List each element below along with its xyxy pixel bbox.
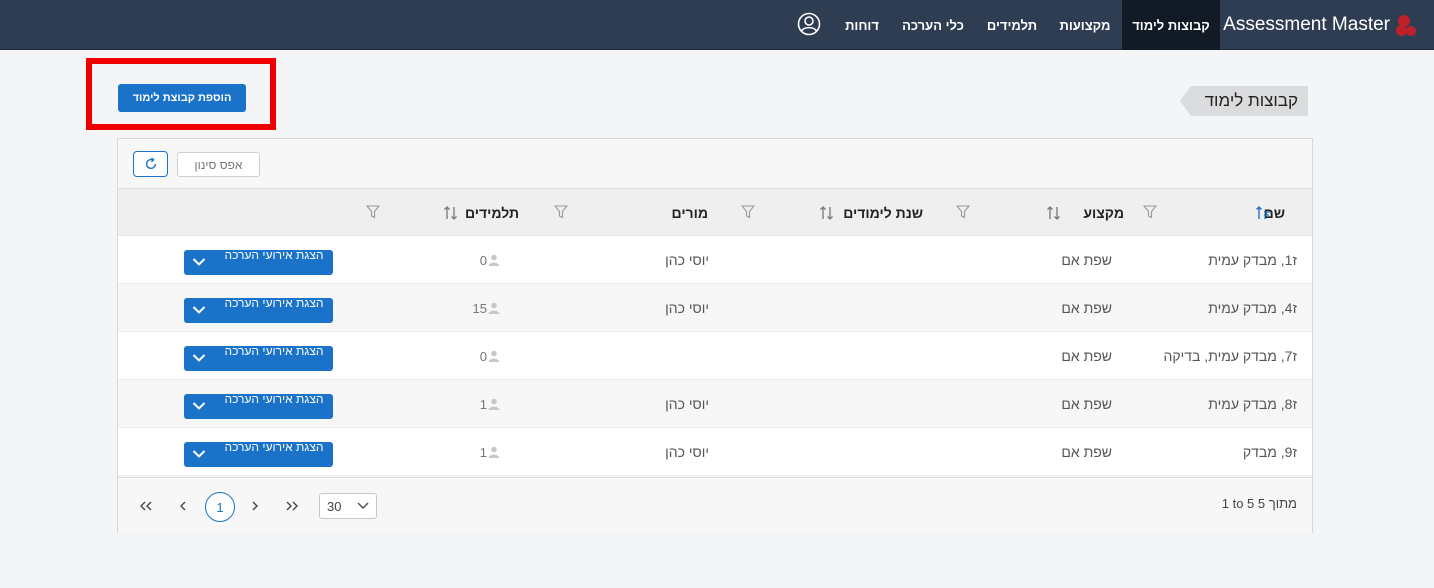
last-page-button[interactable] bbox=[282, 493, 302, 519]
show-assessment-events-dropdown[interactable]: הצגת אירועי הערכה bbox=[184, 393, 333, 419]
column-header-year[interactable]: שנת לימודים bbox=[843, 189, 923, 236]
cell-teachers: יוסי כהן bbox=[665, 396, 709, 412]
cell-students: 1 bbox=[480, 428, 500, 476]
nav-reports[interactable]: דוחות bbox=[838, 0, 886, 50]
chevron-left-icon bbox=[180, 501, 186, 511]
groups-grid: אפס סינון שם מקצוע שנת לימודים מורים תלמ… bbox=[117, 138, 1313, 533]
person-icon bbox=[488, 398, 500, 410]
person-icon bbox=[488, 254, 500, 266]
sort-ascending-icon[interactable] bbox=[1256, 206, 1272, 220]
table-row[interactable]: ז4, מבדק עמית שפת אם יוסי כהן 15 הצגת אי… bbox=[118, 284, 1312, 332]
chevron-down-icon bbox=[192, 258, 206, 266]
cell-students: 0 bbox=[480, 236, 500, 284]
next-page-button[interactable] bbox=[245, 493, 265, 519]
show-assessment-events-dropdown[interactable]: הצגת אירועי הערכה bbox=[184, 249, 333, 275]
chevron-down-icon bbox=[192, 354, 206, 362]
filter-icon[interactable] bbox=[1143, 205, 1157, 219]
table-row[interactable]: ז8, מבדק עמית שפת אם יוסי כהן 1 הצגת איר… bbox=[118, 380, 1312, 428]
user-account-icon[interactable] bbox=[797, 12, 821, 36]
cell-teachers: יוסי כהן bbox=[665, 444, 709, 460]
show-assessment-events-dropdown[interactable]: הצגת אירועי הערכה bbox=[184, 297, 333, 323]
cell-name: ז1, מבדק עמית bbox=[1208, 252, 1297, 268]
show-assessment-events-dropdown[interactable]: הצגת אירועי הערכה bbox=[184, 441, 333, 467]
sort-icon[interactable] bbox=[1046, 206, 1062, 220]
chevron-down-icon bbox=[357, 502, 369, 510]
chevron-down-icon bbox=[192, 402, 206, 410]
filter-icon[interactable] bbox=[956, 205, 970, 219]
page-size-select[interactable]: 30 bbox=[319, 493, 377, 519]
sort-icon[interactable] bbox=[819, 206, 835, 220]
cell-name: ז9, מבדק bbox=[1242, 444, 1297, 460]
show-assessment-events-dropdown[interactable]: הצגת אירועי הערכה bbox=[184, 345, 333, 371]
chevron-right-icon bbox=[252, 501, 258, 511]
double-chevron-left-icon bbox=[140, 501, 152, 511]
cell-subject: שפת אם bbox=[1061, 396, 1112, 412]
chevron-down-icon bbox=[192, 306, 206, 314]
top-navbar: Assessment Master קבוצות לימוד מקצועות ת… bbox=[0, 0, 1434, 50]
double-chevron-right-icon bbox=[286, 501, 298, 511]
nav-assessment-tools[interactable]: כלי הערכה bbox=[893, 0, 973, 50]
add-study-group-button[interactable]: הוספת קבוצת לימוד bbox=[118, 84, 246, 112]
cell-students: 1 bbox=[480, 380, 500, 428]
cell-name: ז4, מבדק עמית bbox=[1208, 300, 1297, 316]
pagination-bar: 1 30 1 to 5 מתוך 5 bbox=[118, 477, 1312, 533]
brand-logo-icon bbox=[1396, 13, 1418, 37]
brand[interactable]: Assessment Master bbox=[1223, 0, 1418, 50]
reset-filter-button[interactable]: אפס סינון bbox=[177, 152, 260, 177]
prev-page-button[interactable] bbox=[173, 493, 193, 519]
cell-subject: שפת אם bbox=[1061, 444, 1112, 460]
cell-subject: שפת אם bbox=[1061, 252, 1112, 268]
cell-teachers: יוסי כהן bbox=[665, 252, 709, 268]
table-row[interactable]: ז9, מבדק שפת אם יוסי כהן 1 הצגת אירועי ה… bbox=[118, 428, 1312, 476]
table-row[interactable]: ז1, מבדק עמית שפת אם יוסי כהן 0 הצגת איר… bbox=[118, 236, 1312, 284]
sort-icon[interactable] bbox=[443, 206, 459, 220]
refresh-button[interactable] bbox=[133, 151, 168, 177]
page-info: 1 to 5 מתוך 5 bbox=[1221, 496, 1297, 511]
grid-toolbar: אפס סינון bbox=[118, 139, 1312, 189]
filter-icon[interactable] bbox=[554, 205, 568, 219]
cell-teachers: יוסי כהן bbox=[665, 300, 709, 316]
cell-name: ז8, מבדק עמית bbox=[1208, 396, 1297, 412]
table-header: שם מקצוע שנת לימודים מורים תלמידים bbox=[118, 189, 1312, 236]
refresh-icon bbox=[145, 157, 156, 170]
column-header-teachers[interactable]: מורים bbox=[672, 189, 708, 236]
page-number-button[interactable]: 1 bbox=[205, 492, 235, 522]
person-icon bbox=[488, 350, 500, 362]
brand-name: Assessment Master bbox=[1223, 14, 1390, 35]
chevron-down-icon bbox=[192, 450, 206, 458]
first-page-button[interactable] bbox=[136, 493, 156, 519]
filter-icon[interactable] bbox=[741, 205, 755, 219]
table-row[interactable]: ז7, מבדק עמית, בדיקה שפת אם 0 הצגת אירוע… bbox=[118, 332, 1312, 380]
nav-subjects[interactable]: מקצועות bbox=[1050, 0, 1120, 50]
person-icon bbox=[488, 446, 500, 458]
cell-name: ז7, מבדק עמית, בדיקה bbox=[1163, 348, 1297, 364]
cell-students: 15 bbox=[473, 284, 500, 332]
cell-students: 0 bbox=[480, 332, 500, 380]
column-header-subject[interactable]: מקצוע bbox=[1083, 189, 1124, 236]
column-header-students[interactable]: תלמידים bbox=[465, 189, 519, 236]
nav-study-groups[interactable]: קבוצות לימוד bbox=[1122, 0, 1220, 50]
person-icon bbox=[488, 302, 500, 314]
cell-subject: שפת אם bbox=[1061, 300, 1112, 316]
page-title: קבוצות לימוד bbox=[1179, 86, 1308, 116]
cell-subject: שפת אם bbox=[1061, 348, 1112, 364]
nav-students[interactable]: תלמידים bbox=[978, 0, 1046, 50]
filter-icon[interactable] bbox=[366, 205, 380, 219]
